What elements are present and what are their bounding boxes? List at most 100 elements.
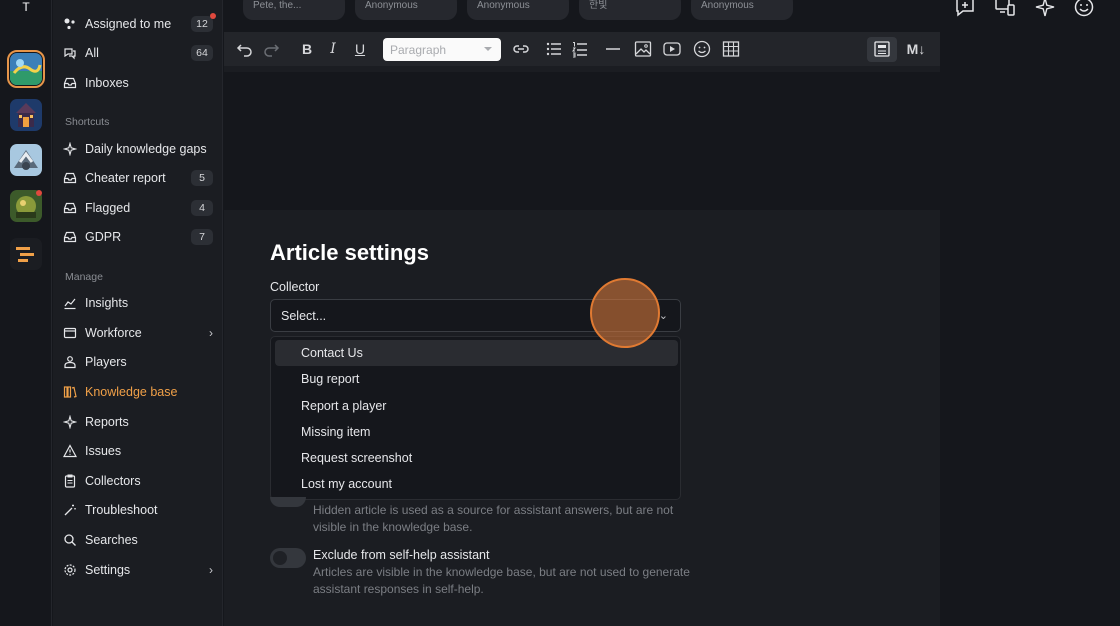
link-icon[interactable] <box>511 39 531 59</box>
italic-icon[interactable]: I <box>323 39 343 59</box>
conversation-tab[interactable]: #4784 Pete, the... <box>243 0 345 20</box>
workspace-avatar-2[interactable] <box>10 99 42 131</box>
smiley-icon[interactable] <box>1073 0 1095 18</box>
sidebar-item-label: Troubleshoot <box>85 503 158 517</box>
manage-section-title: Manage <box>65 271 103 283</box>
sidebar-item-reports[interactable]: Reports <box>63 410 213 434</box>
clipboard-icon <box>63 474 77 488</box>
paragraph-style-select[interactable]: Paragraph <box>383 38 501 61</box>
right-panel <box>941 32 1120 626</box>
add-comment-icon[interactable] <box>954 0 976 18</box>
conversation-tab[interactable]: #4788 Anonymous <box>355 0 457 20</box>
workspace-avatar-5[interactable] <box>10 238 42 270</box>
books-icon <box>63 385 77 399</box>
undo-icon[interactable] <box>235 39 255 59</box>
hidden-article-description: Hidden article is used as a source for a… <box>313 503 674 534</box>
numbered-list-icon[interactable] <box>570 39 590 59</box>
sidebar-item-daily-knowledge-gaps[interactable]: Daily knowledge gaps <box>63 137 213 161</box>
count-badge: 64 <box>191 45 213 61</box>
collector-option-bug-report[interactable]: Bug report <box>275 366 678 392</box>
video-icon[interactable] <box>662 39 682 59</box>
sidebar-item-label: Flagged <box>85 201 131 215</box>
inbox-icon <box>63 76 77 90</box>
conversation-tab[interactable]: #4840 Anonymous <box>691 0 793 20</box>
assigned-icon <box>63 17 77 31</box>
sidebar-item-label: Workforce <box>85 326 142 340</box>
sidebar-item-inboxes[interactable]: Inboxes <box>63 71 213 95</box>
sidebar-item-players[interactable]: Players <box>63 350 213 374</box>
inbox-icon <box>63 201 77 215</box>
sidebar-item-label: Knowledge base <box>85 385 178 399</box>
sidebar-item-insights[interactable]: Insights <box>63 291 213 315</box>
article-editor-panel: B I U Paragraph M↓ Article settings Coll… <box>224 32 940 626</box>
sidebar-item-label: Reports <box>85 415 129 429</box>
sidebar-item-label: Cheater report <box>85 171 166 185</box>
editor-content-area[interactable] <box>224 72 940 210</box>
workspace-rail: T <box>0 0 52 626</box>
workspace-avatar-1[interactable] <box>7 50 45 88</box>
sparkle-icon[interactable] <box>1034 0 1056 18</box>
chart-icon <box>63 296 77 310</box>
sidebar-item-searches[interactable]: Searches <box>63 528 213 552</box>
sidebar-item-label: Assigned to me <box>85 17 172 31</box>
toggle-knob <box>273 551 287 565</box>
gear-icon <box>63 563 77 577</box>
collector-option-missing-item[interactable]: Missing item <box>275 419 678 445</box>
underline-icon[interactable]: U <box>350 39 370 59</box>
conversation-tab[interactable]: #4842 한빛 <box>579 0 681 20</box>
sidebar-item-label: Collectors <box>85 474 141 488</box>
sidebar-item-knowledge-base[interactable]: Knowledge base <box>63 380 213 404</box>
editor-toolbar: B I U Paragraph M↓ <box>224 32 940 66</box>
sidebar-item-label: GDPR <box>85 230 122 244</box>
notification-dot <box>210 13 216 19</box>
hidden-article-toggle[interactable] <box>270 497 306 507</box>
collector-label: Collector <box>270 280 320 294</box>
sidebar-item-label: All <box>85 46 99 60</box>
sidebar-item-flagged[interactable]: Flagged 4 <box>63 196 213 220</box>
emoji-icon[interactable] <box>692 39 712 59</box>
workspace-avatar-3[interactable] <box>10 144 42 176</box>
collector-select[interactable]: Select... ⌄ <box>270 299 681 332</box>
sidebar-item-label: Daily knowledge gaps <box>85 142 207 156</box>
redo-icon[interactable] <box>261 39 281 59</box>
count-badge: 5 <box>191 170 213 186</box>
wysiwyg-mode-icon[interactable] <box>872 39 892 59</box>
sidebar-item-workforce[interactable]: Workforce › <box>63 321 213 345</box>
image-icon[interactable] <box>633 39 653 59</box>
collector-option-report-a-player[interactable]: Report a player <box>275 393 678 419</box>
sidebar-item-cheater-report[interactable]: Cheater report 5 <box>63 166 213 190</box>
shortcuts-section-title: Shortcuts <box>65 116 110 128</box>
chevron-right-icon: › <box>209 563 213 577</box>
sidebar-item-label: Inboxes <box>85 76 129 90</box>
workspace-initial: T <box>22 0 30 14</box>
bold-icon[interactable]: B <box>297 39 317 59</box>
collector-option-request-screenshot[interactable]: Request screenshot <box>275 445 678 471</box>
devices-icon[interactable] <box>994 0 1016 18</box>
sidebar-item-gdpr[interactable]: GDPR 7 <box>63 225 213 249</box>
exclude-self-help-description: Articles are visible in the knowledge ba… <box>313 565 690 596</box>
bullet-list-icon[interactable] <box>544 39 564 59</box>
player-icon <box>63 355 77 369</box>
exclude-self-help-toggle[interactable] <box>270 548 306 568</box>
sidebar-item-collectors[interactable]: Collectors <box>63 469 213 493</box>
sidebar-item-label: Searches <box>85 533 138 547</box>
collector-option-contact-us[interactable]: Contact Us <box>275 340 678 366</box>
chat-icon <box>63 46 77 60</box>
markdown-mode-icon[interactable]: M↓ <box>904 39 928 59</box>
sidebar-item-settings[interactable]: Settings › <box>63 558 213 582</box>
sidebar-item-label: Issues <box>85 444 122 458</box>
collector-dropdown-menu: Contact Us Bug report Report a player Mi… <box>270 336 681 500</box>
collector-option-lost-my-account[interactable]: Lost my account <box>275 471 678 497</box>
chevron-down-icon: ⌄ <box>658 310 668 322</box>
sidebar-item-assigned-to-me[interactable]: Assigned to me 12 <box>63 12 216 36</box>
caret-down-icon <box>484 47 492 51</box>
count-badge: 4 <box>191 200 213 216</box>
sidebar-item-troubleshoot[interactable]: Troubleshoot <box>63 498 213 522</box>
warning-icon <box>63 444 77 458</box>
workspace-notification-dot <box>36 190 42 196</box>
sidebar-item-all[interactable]: All 64 <box>63 41 213 65</box>
table-icon[interactable] <box>721 39 741 59</box>
sidebar-item-issues[interactable]: Issues <box>63 439 213 463</box>
conversation-tab[interactable]: #4782 Anonymous <box>467 0 569 20</box>
horizontal-rule-icon[interactable] <box>603 39 623 59</box>
